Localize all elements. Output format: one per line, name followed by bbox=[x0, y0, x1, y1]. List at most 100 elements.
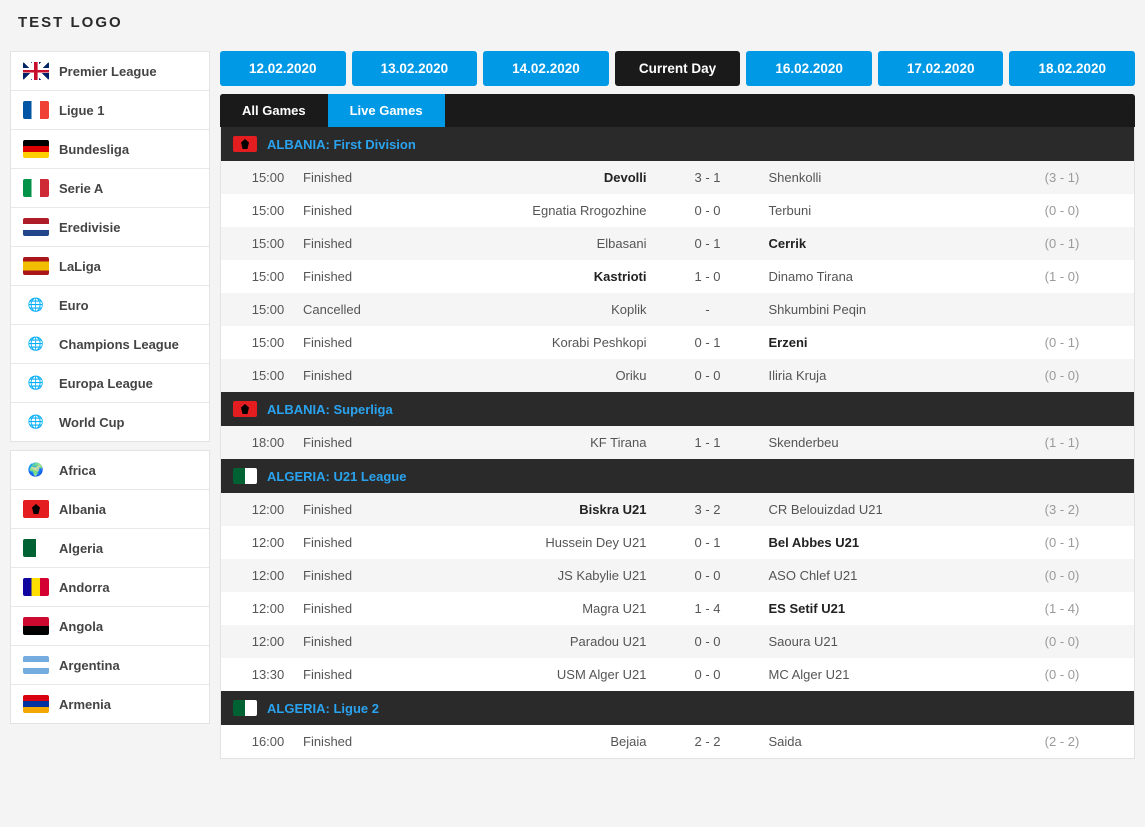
match-status: Finished bbox=[303, 170, 413, 185]
match-score: 1 - 4 bbox=[663, 601, 753, 616]
match-time: 16:00 bbox=[233, 734, 303, 749]
halftime-score: (1 - 1) bbox=[1002, 435, 1122, 450]
sidebar-country-item[interactable]: Angola bbox=[11, 607, 209, 646]
match-row[interactable]: 15:00FinishedOriku0 - 0Iliria Kruja(0 - … bbox=[221, 359, 1134, 392]
tab-all games[interactable]: All Games bbox=[220, 94, 328, 127]
sidebar-item-label: Bundesliga bbox=[59, 142, 129, 157]
country-label: ALBANIA: bbox=[267, 137, 330, 152]
date-button[interactable]: 14.02.2020 bbox=[483, 51, 609, 86]
match-score: 0 - 0 bbox=[663, 667, 753, 682]
away-team: Erzeni bbox=[753, 335, 1003, 350]
match-row[interactable]: 12:00FinishedHussein Dey U210 - 1Bel Abb… bbox=[221, 526, 1134, 559]
sidebar-item-label: LaLiga bbox=[59, 259, 101, 274]
away-team: Bel Abbes U21 bbox=[753, 535, 1003, 550]
away-team: Saoura U21 bbox=[753, 634, 1003, 649]
sidebar-league-item[interactable]: Bundesliga bbox=[11, 130, 209, 169]
date-button[interactable]: 17.02.2020 bbox=[878, 51, 1004, 86]
match-status: Finished bbox=[303, 634, 413, 649]
match-row[interactable]: 15:00FinishedDevolli3 - 1Shenkolli(3 - 1… bbox=[221, 161, 1134, 194]
flag-icon bbox=[23, 218, 49, 236]
match-time: 12:00 bbox=[233, 568, 303, 583]
match-row[interactable]: 12:00FinishedParadou U210 - 0Saoura U21(… bbox=[221, 625, 1134, 658]
game-tabs: All GamesLive Games bbox=[220, 94, 1135, 127]
match-row[interactable]: 18:00FinishedKF Tirana1 - 1Skenderbeu(1 … bbox=[221, 426, 1134, 459]
match-time: 15:00 bbox=[233, 335, 303, 350]
sidebar-country-item[interactable]: Argentina bbox=[11, 646, 209, 685]
match-row[interactable]: 15:00FinishedEgnatia Rrogozhine0 - 0Terb… bbox=[221, 194, 1134, 227]
halftime-score: (3 - 2) bbox=[1002, 502, 1122, 517]
sidebar-league-item[interactable]: Ligue 1 bbox=[11, 91, 209, 130]
sidebar-item-label: Argentina bbox=[59, 658, 120, 673]
flag-icon bbox=[23, 179, 49, 197]
sidebar-item-label: Premier League bbox=[59, 64, 157, 79]
sidebar-league-item[interactable]: Eredivisie bbox=[11, 208, 209, 247]
sidebar-league-item[interactable]: Euro bbox=[11, 286, 209, 325]
competition-label: Ligue 2 bbox=[333, 701, 379, 716]
sidebar-country-item[interactable]: Africa bbox=[11, 451, 209, 490]
away-team: Iliria Kruja bbox=[753, 368, 1003, 383]
competition-header[interactable]: ALBANIA: Superliga bbox=[221, 392, 1134, 426]
match-score: 3 - 1 bbox=[663, 170, 753, 185]
match-status: Finished bbox=[303, 368, 413, 383]
flag-icon bbox=[23, 140, 49, 158]
match-score: 3 - 2 bbox=[663, 502, 753, 517]
flag-icon bbox=[23, 500, 49, 518]
home-team: Magra U21 bbox=[413, 601, 663, 616]
country-label: ALBANIA: bbox=[267, 402, 330, 417]
match-row[interactable]: 15:00CancelledKoplik-Shkumbini Peqin bbox=[221, 293, 1134, 326]
match-row[interactable]: 15:00FinishedKastrioti1 - 0Dinamo Tirana… bbox=[221, 260, 1134, 293]
match-score: 0 - 0 bbox=[663, 203, 753, 218]
match-score: - bbox=[663, 302, 753, 317]
match-score: 0 - 0 bbox=[663, 568, 753, 583]
flag-icon bbox=[23, 335, 49, 353]
sidebar-item-label: Eredivisie bbox=[59, 220, 120, 235]
date-button[interactable]: Current Day bbox=[615, 51, 741, 86]
date-selector: 12.02.202013.02.202014.02.2020Current Da… bbox=[220, 51, 1135, 86]
sidebar-league-item[interactable]: LaLiga bbox=[11, 247, 209, 286]
competition-header[interactable]: ALBANIA: First Division bbox=[221, 127, 1134, 161]
match-row[interactable]: 12:00FinishedJS Kabylie U210 - 0ASO Chle… bbox=[221, 559, 1134, 592]
away-team: Skenderbeu bbox=[753, 435, 1003, 450]
match-row[interactable]: 12:00FinishedBiskra U213 - 2CR Belouizda… bbox=[221, 493, 1134, 526]
date-button[interactable]: 18.02.2020 bbox=[1009, 51, 1135, 86]
sidebar-country-item[interactable]: Andorra bbox=[11, 568, 209, 607]
sidebar-country-item[interactable]: Armenia bbox=[11, 685, 209, 723]
match-time: 13:30 bbox=[233, 667, 303, 682]
halftime-score: (3 - 1) bbox=[1002, 170, 1122, 185]
sidebar-country-item[interactable]: Albania bbox=[11, 490, 209, 529]
sidebar-league-item[interactable]: Premier League bbox=[11, 52, 209, 91]
sidebar-item-label: Ligue 1 bbox=[59, 103, 105, 118]
sidebar-item-label: Andorra bbox=[59, 580, 110, 595]
match-time: 12:00 bbox=[233, 601, 303, 616]
date-button[interactable]: 16.02.2020 bbox=[746, 51, 872, 86]
halftime-score: (0 - 0) bbox=[1002, 568, 1122, 583]
sidebar-league-item[interactable]: Champions League bbox=[11, 325, 209, 364]
match-row[interactable]: 12:00FinishedMagra U211 - 4ES Setif U21(… bbox=[221, 592, 1134, 625]
match-row[interactable]: 16:00FinishedBejaia2 - 2Saida(2 - 2) bbox=[221, 725, 1134, 758]
match-status: Finished bbox=[303, 435, 413, 450]
away-team: Saida bbox=[753, 734, 1003, 749]
sidebar-country-item[interactable]: Algeria bbox=[11, 529, 209, 568]
match-row[interactable]: 15:00FinishedKorabi Peshkopi0 - 1Erzeni(… bbox=[221, 326, 1134, 359]
flag-icon bbox=[23, 695, 49, 713]
home-team: Oriku bbox=[413, 368, 663, 383]
date-button[interactable]: 13.02.2020 bbox=[352, 51, 478, 86]
home-team: Hussein Dey U21 bbox=[413, 535, 663, 550]
away-team: Dinamo Tirana bbox=[753, 269, 1003, 284]
tab-live games[interactable]: Live Games bbox=[328, 94, 445, 127]
competition-header[interactable]: ALGERIA: Ligue 2 bbox=[221, 691, 1134, 725]
match-status: Finished bbox=[303, 535, 413, 550]
sidebar-item-label: Serie A bbox=[59, 181, 103, 196]
match-row[interactable]: 13:30FinishedUSM Alger U210 - 0MC Alger … bbox=[221, 658, 1134, 691]
home-team: Biskra U21 bbox=[413, 502, 663, 517]
sidebar-league-item[interactable]: Europa League bbox=[11, 364, 209, 403]
competition-header[interactable]: ALGERIA: U21 League bbox=[221, 459, 1134, 493]
date-button[interactable]: 12.02.2020 bbox=[220, 51, 346, 86]
match-time: 15:00 bbox=[233, 236, 303, 251]
sidebar-league-item[interactable]: Serie A bbox=[11, 169, 209, 208]
flag-icon bbox=[23, 578, 49, 596]
sidebar-league-item[interactable]: World Cup bbox=[11, 403, 209, 441]
match-row[interactable]: 15:00FinishedElbasani0 - 1Cerrik(0 - 1) bbox=[221, 227, 1134, 260]
competition-label: First Division bbox=[333, 137, 415, 152]
flag-icon bbox=[23, 101, 49, 119]
